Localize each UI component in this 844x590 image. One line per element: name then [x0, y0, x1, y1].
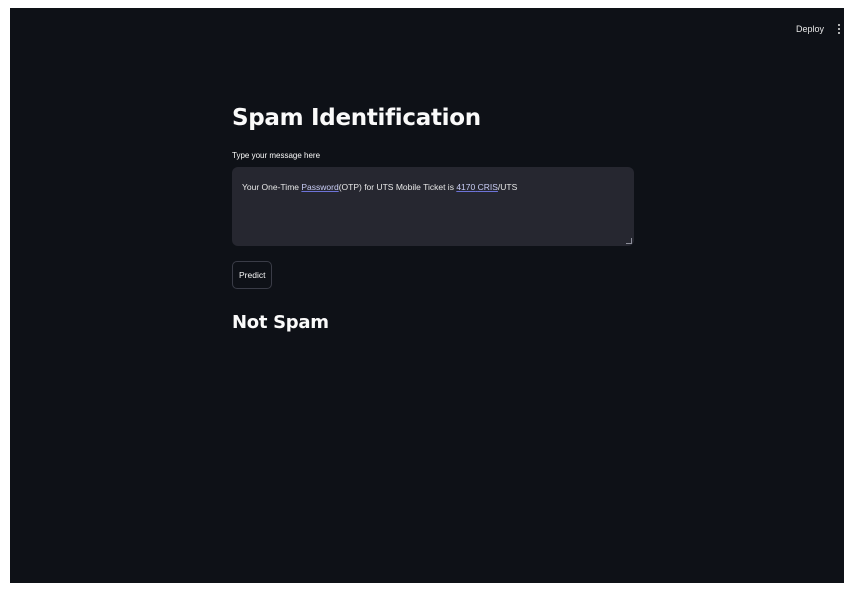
message-text-segment: Your One-Time: [242, 182, 302, 192]
prediction-result: Not Spam: [232, 312, 329, 333]
message-text-segment: /UTS: [497, 182, 518, 192]
message-textarea[interactable]: Your One-Time Password(OTP) for UTS Mobi…: [232, 167, 634, 246]
message-text[interactable]: Your One-Time Password(OTP) for UTS Mobi…: [242, 181, 624, 193]
spellcheck-word: 4170: [456, 182, 476, 192]
message-text-segment: (OTP) for UTS Mobile Ticket is: [338, 182, 457, 192]
vertical-ellipsis-icon[interactable]: [836, 24, 842, 34]
deploy-button[interactable]: Deploy: [794, 22, 826, 36]
message-input-label: Type your message here: [232, 151, 321, 160]
main-content: Spam Identification Type your message he…: [232, 100, 634, 335]
resize-handle-icon[interactable]: [626, 238, 632, 244]
predict-button[interactable]: Predict: [232, 261, 273, 289]
page-title: Spam Identification: [232, 105, 481, 131]
spellcheck-word: Password: [301, 182, 339, 192]
header-toolbar: Deploy: [794, 22, 844, 36]
spellcheck-word: CRIS: [477, 182, 498, 192]
app-window: Deploy Spam Identification Type your mes…: [10, 8, 844, 583]
